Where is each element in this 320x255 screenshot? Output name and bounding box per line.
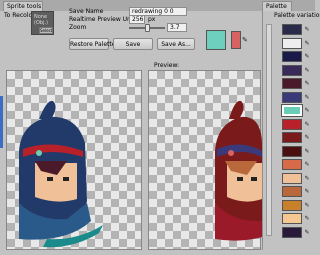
palette-swatch[interactable]	[282, 172, 302, 184]
palette-swatch[interactable]	[282, 118, 302, 130]
palette-title: Palette variation	[274, 12, 320, 19]
palette-swatch[interactable]	[282, 199, 302, 211]
eyedropper-icon[interactable]: ✎	[303, 106, 311, 115]
scroll-accent	[0, 96, 3, 148]
palette-swatch[interactable]	[282, 132, 302, 143]
eyedropper-icon[interactable]: ✎	[303, 93, 311, 102]
eyedropper-icon[interactable]: ✎	[303, 187, 311, 196]
save-name-label: Save Name	[69, 8, 104, 15]
eyedropper-icon[interactable]: ✎	[303, 160, 311, 169]
eyedropper-icon[interactable]: ✎	[303, 228, 311, 237]
eyedropper-icon[interactable]: ✎	[303, 174, 311, 183]
tab-sprite-tools[interactable]: Sprite tools	[3, 1, 43, 11]
eyedropper-icon[interactable]: ✎	[303, 66, 311, 75]
preview-canvas[interactable]	[148, 70, 262, 250]
zoom-label: Zoom	[69, 24, 87, 31]
eyedropper-icon[interactable]: ✎	[303, 25, 311, 34]
eyedropper-icon[interactable]: ✎	[242, 36, 250, 44]
eyedropper-icon[interactable]: ✎	[303, 39, 311, 48]
eyedropper-icon[interactable]: ✎	[303, 52, 311, 61]
restore-palette-button[interactable]: Restore Palette	[69, 38, 115, 50]
eyedropper-icon[interactable]: ✎	[303, 120, 311, 129]
palette-scrollbar[interactable]	[266, 24, 272, 236]
palette-swatch[interactable]	[282, 51, 302, 62]
save-as-button[interactable]: Save As...	[157, 38, 195, 50]
zoom-input[interactable]: 3.7	[167, 23, 187, 32]
eyedropper-icon[interactable]: ✎	[303, 79, 311, 88]
zoom-slider-thumb[interactable]	[145, 24, 150, 32]
eyedropper-icon[interactable]: ✎	[303, 201, 311, 210]
palette-swatch[interactable]	[282, 159, 302, 170]
object-field[interactable]: None (Obj.) Select	[31, 11, 54, 35]
eyedropper-icon[interactable]: ✎	[303, 147, 311, 156]
window-subtitle: To Recolor	[4, 12, 35, 19]
source-canvas[interactable]	[6, 70, 142, 250]
realtime-unit: px	[148, 16, 156, 23]
source-sprite	[19, 100, 103, 248]
object-type-label: (Obj.)	[34, 20, 48, 26]
realtime-input[interactable]: 256	[129, 15, 145, 24]
tab-palette[interactable]: Palette	[262, 1, 292, 11]
palette-swatch[interactable]	[282, 24, 302, 35]
eyedropper-icon[interactable]: ✎	[303, 133, 311, 142]
palette-swatch[interactable]	[282, 64, 302, 76]
preview-label: Preview:	[154, 62, 180, 69]
palette-swatch[interactable]	[282, 91, 302, 103]
secondary-color-swatch[interactable]	[231, 31, 241, 49]
select-button[interactable]: Select	[39, 27, 53, 34]
palette-swatch[interactable]	[282, 213, 302, 224]
palette-swatch[interactable]	[281, 104, 303, 117]
palette-swatch[interactable]	[282, 78, 302, 89]
palette-swatch[interactable]	[282, 145, 302, 157]
eyedropper-icon[interactable]: ✎	[303, 214, 311, 223]
palette-swatch[interactable]	[282, 226, 302, 238]
preview-sprite	[215, 100, 262, 241]
palette-swatch[interactable]	[282, 186, 302, 197]
palette-swatch[interactable]	[282, 37, 302, 49]
primary-color-swatch[interactable]	[206, 30, 226, 50]
save-button[interactable]: Save	[113, 38, 153, 50]
